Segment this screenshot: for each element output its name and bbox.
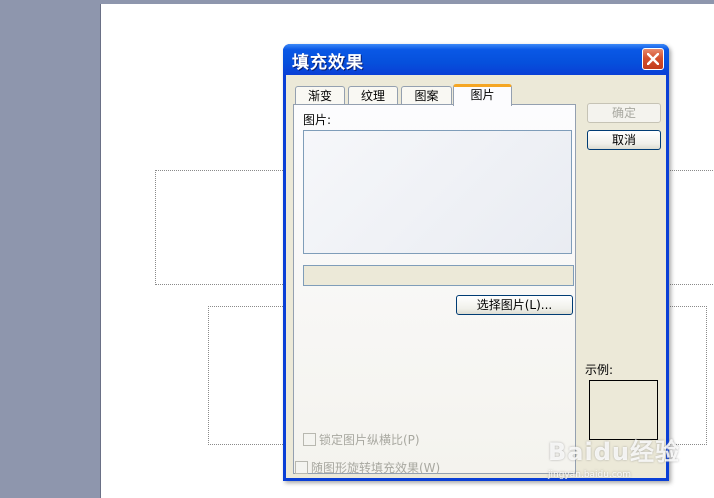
baidu-watermark-url: jingyan.baidu.com [548,470,632,480]
picture-label: 图片: [303,113,332,127]
close-button[interactable] [642,48,664,70]
picture-tab-panel: 图片: 选择图片(L)... 锁定图片纵横比(P) [293,104,576,474]
ok-button[interactable]: 确定 [587,103,661,123]
example-label: 示例: [585,363,614,377]
rotate-with-shape-checkbox-label: 随图形旋转填充效果(W) [311,461,441,475]
picture-filename-field [303,265,574,286]
lock-aspect-checkbox-label: 锁定图片纵横比(P) [319,433,420,447]
lock-aspect-checkbox-box [303,433,316,446]
dialog-client-area: 渐变 纹理 图案 图片 图片: 选择图片(L)... 锁定图片纵横比(P) 确定… [286,75,666,478]
close-icon [647,53,659,65]
dialog-title: 填充效果 [292,53,364,73]
picture-preview-box [303,130,572,254]
lock-aspect-checkbox[interactable]: 锁定图片纵横比(P) [303,431,420,448]
baidu-watermark: Baidu经验 [548,438,680,466]
fill-effects-dialog: 填充效果 渐变 纹理 图案 图片 图片: 选择图片(L)... 锁定图片纵横比(… [283,44,669,481]
tab-picture[interactable]: 图片 [453,84,512,106]
choose-picture-button[interactable]: 选择图片(L)... [456,295,573,315]
rotate-with-shape-checkbox-box [295,461,308,474]
tab-pattern[interactable]: 图案 [401,86,452,104]
rotate-with-shape-checkbox[interactable]: 随图形旋转填充效果(W) [295,459,440,476]
tab-gradient[interactable]: 渐变 [295,86,345,104]
dialog-titlebar[interactable]: 填充效果 [283,44,669,75]
tab-texture[interactable]: 纹理 [348,86,398,104]
cancel-button[interactable]: 取消 [587,130,661,150]
example-preview-box [589,380,658,440]
